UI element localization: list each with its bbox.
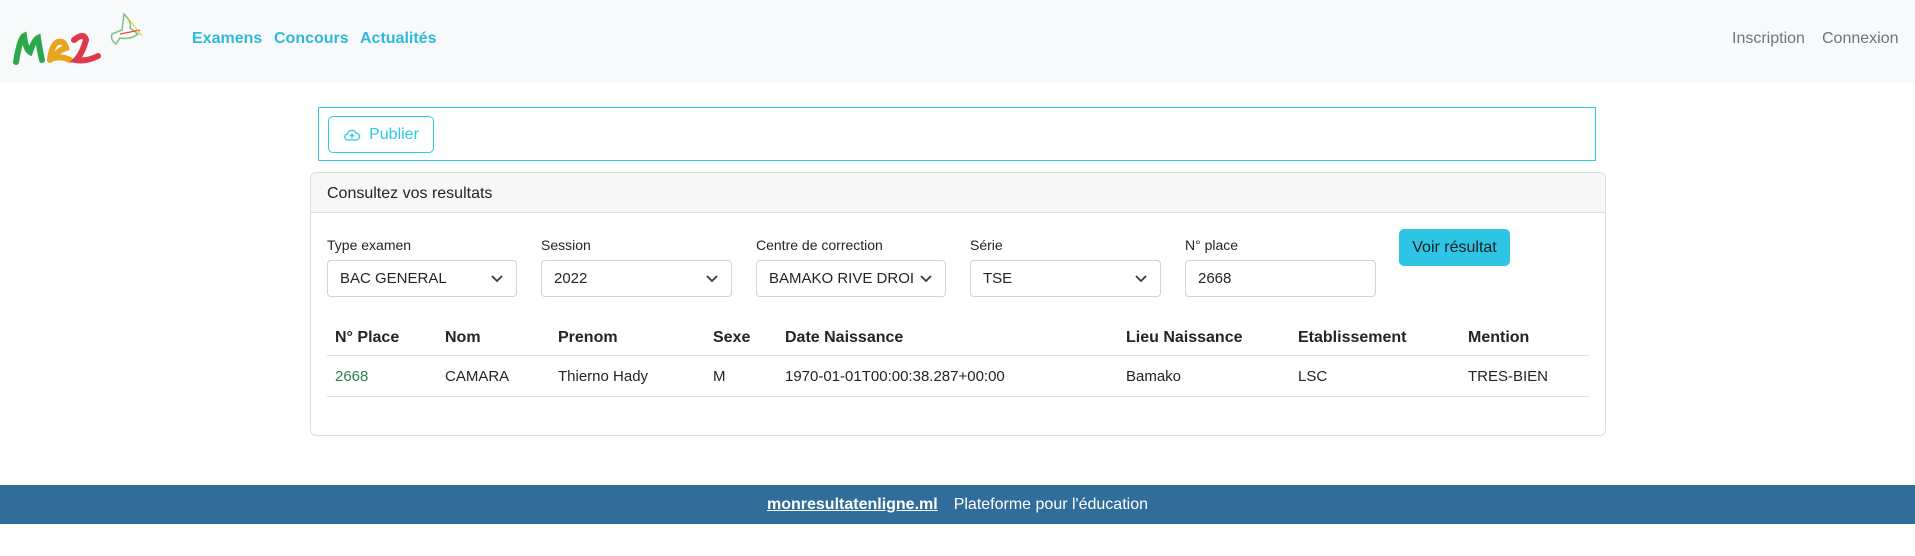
cell-date-naissance: 1970-01-01T00:00:38.287+00:00	[777, 355, 1118, 397]
cell-etablissement: LSC	[1290, 355, 1460, 397]
type-examen-label: Type examen	[327, 237, 412, 253]
results-table: N° Place Nom Prenom Sexe Date Naissance …	[327, 321, 1589, 397]
cell-place[interactable]: 2668	[327, 355, 437, 397]
cell-prenom: Thierno Hady	[550, 355, 705, 397]
chevron-down-icon	[706, 275, 718, 283]
cloud-upload-icon	[344, 129, 361, 141]
serie-label: Série	[970, 237, 1003, 253]
cell-nom: CAMARA	[437, 355, 550, 397]
mrl-logo[interactable]	[12, 10, 154, 70]
table-row: 2668 CAMARA Thierno Hady M 1970-01-01T00…	[327, 355, 1589, 397]
session-label: Session	[541, 237, 591, 253]
centre-label: Centre de correction	[756, 237, 883, 253]
navbar: Examens Concours Actualités Inscription …	[0, 0, 1915, 83]
chevron-down-icon	[919, 271, 933, 285]
col-place: N° Place	[327, 321, 437, 356]
card-header: Consultez vos resultats	[311, 173, 1605, 213]
col-date-naissance: Date Naissance	[777, 321, 1118, 356]
col-nom: Nom	[437, 321, 550, 356]
place-link[interactable]: 2668	[335, 368, 368, 385]
publish-label: Publier	[369, 125, 419, 143]
publish-button[interactable]: Publier	[328, 116, 434, 153]
col-prenom: Prenom	[550, 321, 705, 356]
cell-sexe: M	[705, 355, 777, 397]
voir-resultat-button[interactable]: Voir résultat	[1399, 229, 1510, 266]
type-examen-value: BAC GENERAL	[340, 270, 447, 287]
col-lieu-naissance: Lieu Naissance	[1118, 321, 1290, 356]
nav-concours[interactable]: Concours	[274, 30, 349, 48]
col-mention: Mention	[1460, 321, 1589, 356]
col-etablissement: Etablissement	[1290, 321, 1460, 356]
nav-connexion[interactable]: Connexion	[1822, 30, 1899, 48]
col-sexe: Sexe	[705, 321, 777, 356]
table-header-row: N° Place Nom Prenom Sexe Date Naissance …	[327, 321, 1589, 356]
nav-actualites[interactable]: Actualités	[360, 30, 436, 48]
publish-panel: Publier	[318, 107, 1596, 161]
footer-site-link[interactable]: monresultatenligne.ml	[767, 496, 938, 514]
footer: monresultatenligne.ml Plateforme pour l'…	[0, 485, 1915, 524]
centre-value: BAMAKO RIVE DROI	[769, 270, 915, 287]
serie-select[interactable]: TSE	[970, 260, 1161, 297]
serie-value: TSE	[983, 270, 1013, 287]
type-examen-select[interactable]: BAC GENERAL	[327, 260, 517, 297]
place-input[interactable]: 2668	[1185, 260, 1376, 297]
cell-mention: TRES-BIEN	[1460, 355, 1589, 397]
results-card: Consultez vos resultats Type examen BAC …	[310, 172, 1606, 436]
session-select[interactable]: 2022	[541, 260, 732, 297]
footer-tagline: Plateforme pour l'éducation	[953, 495, 1148, 513]
cell-lieu-naissance: Bamako	[1118, 355, 1290, 397]
place-label: N° place	[1185, 237, 1239, 253]
nav-inscription[interactable]: Inscription	[1732, 30, 1805, 48]
nav-examens[interactable]: Examens	[192, 30, 262, 48]
chevron-down-icon	[1135, 275, 1147, 283]
centre-select[interactable]: BAMAKO RIVE DROI	[756, 260, 946, 297]
session-value: 2022	[554, 270, 588, 287]
chevron-down-icon	[491, 275, 503, 283]
place-value: 2668	[1198, 270, 1232, 287]
